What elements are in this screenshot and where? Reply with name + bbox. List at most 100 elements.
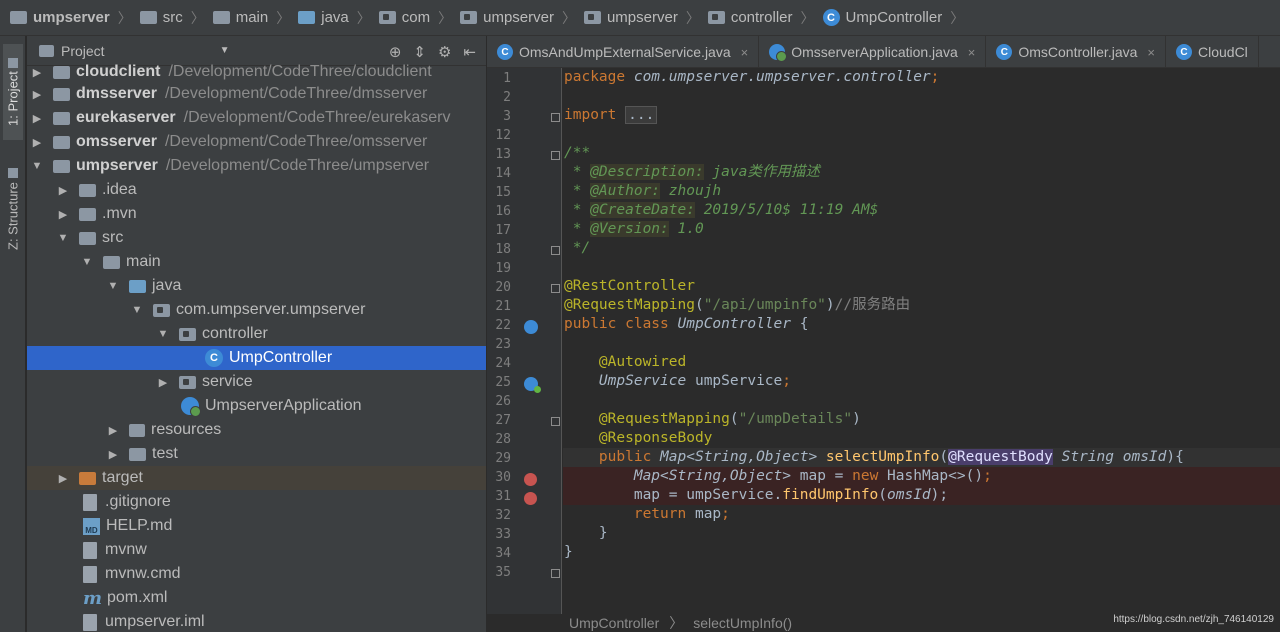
breadcrumb-item-umpserver-1[interactable]: umpserver [460,9,554,26]
code-line-32: return map; [633,506,730,522]
expand-arrow-icon[interactable]: ▶ [29,88,45,101]
code-line-24: @Autowired [598,354,687,370]
tree-item-umpserver[interactable]: ▼ umpserver/Development/CodeThree/umpserv… [27,154,486,178]
breadcrumb-item-controller[interactable]: controller [707,9,793,26]
tree-item-main[interactable]: ▼ main [27,250,486,274]
tree-item-gitignore[interactable]: .gitignore [27,490,486,514]
collapse-arrow-icon[interactable]: ▼ [129,304,145,316]
breadcrumb-item-umpcontroller[interactable]: C UmpController [822,9,942,26]
fold-icon[interactable] [551,284,560,293]
breakpoint-icon[interactable] [524,473,537,486]
autowired-navigate-icon[interactable] [524,377,541,393]
tree-item-idea[interactable]: ▶ .idea [27,178,486,202]
tree-item-package[interactable]: ▼ com.umpserver.umpserver [27,298,486,322]
tree-item-cloudclient[interactable]: ▶ cloudclient/Development/CodeThree/cloud… [27,60,486,84]
crumb-class[interactable]: UmpController [569,615,659,631]
tree-item-dmsserver[interactable]: ▶ dmsserver/Development/CodeThree/dmsserv… [27,82,486,106]
interface-icon: C [497,44,513,60]
close-icon[interactable]: × [741,45,749,60]
tree-item-mvnw-cmd[interactable]: mvnw.cmd [27,562,486,586]
breadcrumb-item-umpserver-2[interactable]: umpserver [583,9,678,26]
spring-bean-icon[interactable] [524,320,538,334]
breadcrumb-item-com[interactable]: com [378,9,430,26]
code-editor: C OmsAndUmpExternalService.java × Omsserve… [487,36,1280,632]
collapse-all-icon[interactable]: ⇕ [413,43,426,61]
tree-item-mvn[interactable]: ▶ .mvn [27,202,486,226]
tab-omsserverapplication[interactable]: OmsserverApplication.java × [759,36,987,68]
fold-icon[interactable] [551,151,560,160]
folder-icon [212,11,230,24]
fold-icon[interactable] [551,246,560,255]
expand-arrow-icon[interactable]: ▶ [55,184,71,197]
expand-arrow-icon[interactable]: ▶ [55,472,71,485]
code-line-34: } [564,544,573,560]
expand-arrow-icon[interactable]: ▶ [55,208,71,221]
structure-tool-tab[interactable]: Z: Structure [3,154,23,264]
editor-gutter[interactable]: 1 2 3 12 13 14 15 16 17 18 19 20 21 22 2… [487,68,562,632]
chevron-right-icon: 〉 [438,9,453,26]
locate-file-icon[interactable]: ⊕ [389,43,402,61]
project-tool-tab[interactable]: 1: Project [3,44,23,140]
project-panel-title[interactable]: Project [61,43,105,59]
code-area[interactable]: package com.umpserver.umpserver.controll… [563,68,1280,632]
line-number: 13 [495,147,511,162]
collapse-arrow-icon[interactable]: ▼ [55,232,71,244]
tree-item-service[interactable]: ▶ service [27,370,486,394]
tree-item-eurekaserver[interactable]: ▶ eurekaserver/Development/CodeThree/eure… [27,106,486,130]
expand-arrow-icon[interactable]: ▶ [29,66,45,79]
breadcrumb-item-java[interactable]: java [298,9,349,26]
tree-item-mvnw[interactable]: mvnw [27,538,486,562]
expand-arrow-icon[interactable]: ▶ [29,112,45,125]
breadcrumb-item-main[interactable]: main [212,9,268,26]
folder-icon [139,11,157,24]
gear-icon[interactable]: ⚙ [438,43,451,61]
hide-panel-icon[interactable]: ⇤ [463,43,476,61]
line-number: 25 [495,375,511,390]
tree-item-umpserver-iml[interactable]: umpserver.iml [27,610,486,632]
code-line-28: @ResponseBody [598,430,713,446]
tree-item-omsserver[interactable]: ▶ omsserver/Development/CodeThree/omsserv… [27,130,486,154]
line-number: 22 [495,318,511,333]
tree-item-umpcontroller[interactable]: C UmpController [27,346,486,370]
module-folder-icon [53,135,70,149]
breadcrumb-item-project[interactable]: umpserver [10,9,110,26]
tree-item-controller[interactable]: ▼ controller [27,322,486,346]
expand-arrow-icon[interactable]: ▶ [105,424,121,437]
tree-item-test[interactable]: ▶ test [27,442,486,466]
collapse-arrow-icon[interactable]: ▼ [29,160,45,172]
fold-icon[interactable] [551,569,560,578]
tree-item-java[interactable]: ▼ java [27,274,486,298]
fold-icon[interactable] [551,113,560,122]
class-icon: C [205,349,223,367]
fold-icon[interactable] [551,417,560,426]
breakpoint-icon[interactable] [524,492,537,505]
view-mode-dropdown[interactable]: ▼ [220,45,230,56]
expand-arrow-icon[interactable]: ▶ [155,376,171,389]
tree-item-pom-xml[interactable]: m pom.xml [27,586,486,610]
expand-arrow-icon[interactable]: ▶ [105,448,121,461]
tree-item-umpserverapplication[interactable]: UmpserverApplication [27,394,486,418]
tree-item-src[interactable]: ▼ src [27,226,486,250]
tab-cloudclient[interactable]: C CloudCl [1166,36,1259,68]
chevron-right-icon: 〉 [950,9,965,26]
tab-omscontroller[interactable]: C OmsController.java × [986,36,1166,68]
collapse-arrow-icon[interactable]: ▼ [155,328,171,340]
tab-omsandumpexternalservice[interactable]: C OmsAndUmpExternalService.java × [487,36,760,68]
expand-arrow-icon[interactable]: ▶ [29,136,45,149]
project-panel: Project ▼ ⊕ ⇕ ⚙ ⇤ ▶ cloudclient/Developme… [27,36,486,632]
module-folder-icon [53,159,70,173]
folded-imports[interactable]: ... [625,106,658,124]
breadcrumb-item-src[interactable]: src [139,9,183,26]
close-icon[interactable]: × [1147,45,1155,60]
folder-icon [79,231,96,245]
navigation-breadcrumb: umpserver 〉 src 〉 main 〉 java 〉 com 〉 um… [0,0,1280,36]
crumb-method[interactable]: selectUmpInfo() [693,615,792,631]
close-icon[interactable]: × [968,45,976,60]
tree-item-target[interactable]: ▶ target [27,466,486,490]
collapse-arrow-icon[interactable]: ▼ [79,256,95,268]
tree-item-resources[interactable]: ▶ resources [27,418,486,442]
collapse-arrow-icon[interactable]: ▼ [105,280,121,292]
code-line-13: /** [564,145,591,161]
folder-icon [79,207,96,221]
tree-item-help-md[interactable]: MD HELP.md [27,514,486,538]
